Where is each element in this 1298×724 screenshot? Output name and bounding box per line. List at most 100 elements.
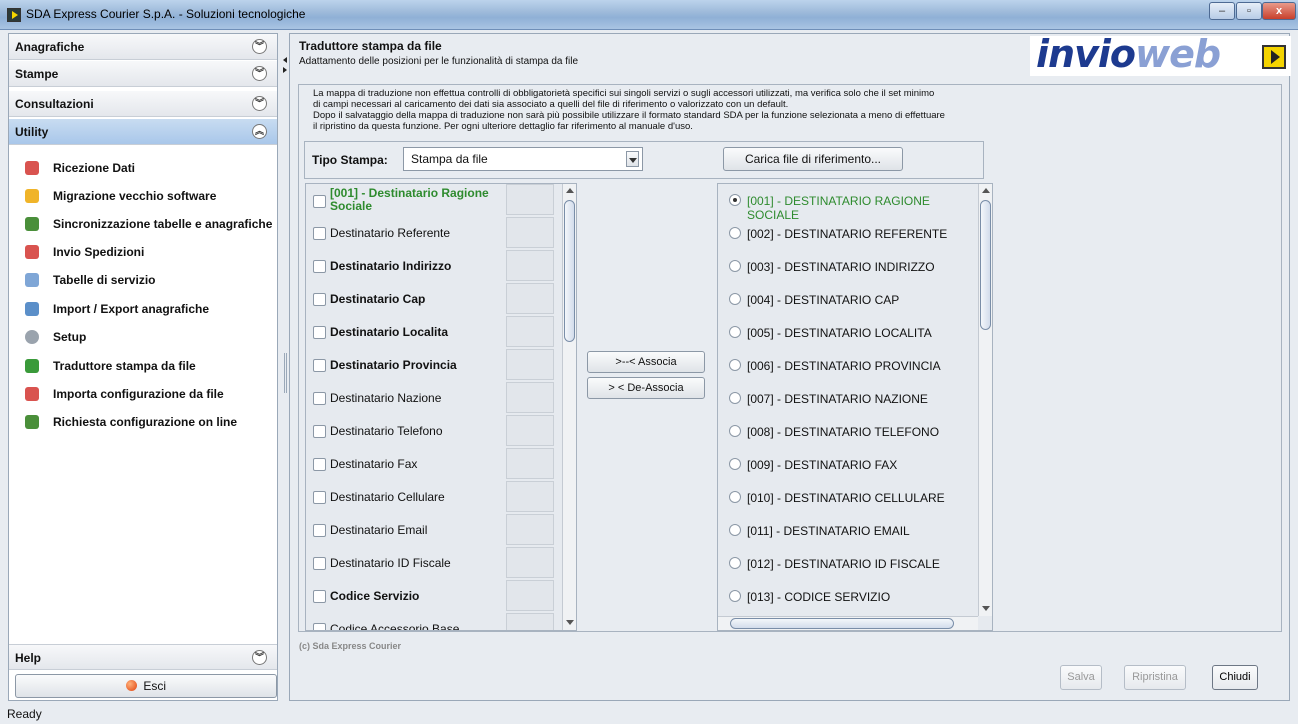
field-position-box[interactable] xyxy=(506,547,554,578)
radio-button[interactable] xyxy=(729,194,741,206)
list-item[interactable]: Destinatario Cellulare xyxy=(306,481,562,514)
maximize-button[interactable]: ▫ xyxy=(1236,2,1262,20)
checkbox[interactable] xyxy=(313,326,326,339)
deassocia-button[interactable]: > < De-Associa xyxy=(587,377,705,399)
radio-button[interactable] xyxy=(729,227,741,239)
radio-button[interactable] xyxy=(729,359,741,371)
menu-item-setup[interactable]: Setup xyxy=(25,326,86,348)
menu-item-richiesta-configurazione[interactable]: Richiesta configurazione on line xyxy=(25,411,237,433)
checkbox[interactable] xyxy=(313,623,326,630)
scroll-down-icon[interactable] xyxy=(981,604,991,614)
radio-button[interactable] xyxy=(729,260,741,272)
chevron-down-icon[interactable]: ︾ xyxy=(252,96,267,111)
vertical-scrollbar[interactable] xyxy=(562,184,576,630)
chevron-up-icon[interactable]: ︽ xyxy=(252,124,267,139)
checkbox[interactable] xyxy=(313,293,326,306)
radio-button[interactable] xyxy=(729,425,741,437)
checkbox[interactable] xyxy=(313,491,326,504)
list-item[interactable]: [008] - DESTINATARIO TELEFONO xyxy=(718,415,980,448)
checkbox[interactable] xyxy=(313,458,326,471)
field-position-box[interactable] xyxy=(506,349,554,380)
salva-button[interactable]: Salva xyxy=(1060,665,1102,690)
menu-item-import-export[interactable]: Import / Export anagrafiche xyxy=(25,298,209,320)
chevron-down-icon[interactable]: ︾ xyxy=(252,39,267,54)
menu-item-ricezione-dati[interactable]: Ricezione Dati xyxy=(25,157,135,179)
checkbox[interactable] xyxy=(313,392,326,405)
tipo-stampa-select[interactable]: Stampa da file xyxy=(403,147,643,171)
field-position-box[interactable] xyxy=(506,514,554,545)
checkbox[interactable] xyxy=(313,260,326,273)
minimize-button[interactable]: – xyxy=(1209,2,1235,20)
checkbox[interactable] xyxy=(313,195,326,208)
radio-button[interactable] xyxy=(729,326,741,338)
field-position-box[interactable] xyxy=(506,316,554,347)
list-item[interactable]: Destinatario Cap xyxy=(306,283,562,316)
scroll-up-icon[interactable] xyxy=(981,186,991,196)
list-item[interactable]: Codice Servizio xyxy=(306,580,562,613)
dropdown-arrow-icon[interactable] xyxy=(626,151,639,167)
list-item[interactable]: [001] - Destinatario Ragione Sociale xyxy=(306,184,562,217)
section-stampe[interactable]: Stampe ︾ xyxy=(9,61,277,87)
scroll-thumb[interactable] xyxy=(730,618,954,629)
chevron-down-icon[interactable]: ︾ xyxy=(252,650,267,665)
list-item[interactable]: [010] - DESTINATARIO CELLULARE xyxy=(718,481,980,514)
list-item[interactable]: Destinatario Email xyxy=(306,514,562,547)
chevron-down-icon[interactable]: ︾ xyxy=(252,66,267,81)
vertical-scrollbar[interactable] xyxy=(978,184,992,616)
field-position-box[interactable] xyxy=(506,250,554,281)
field-position-box[interactable] xyxy=(506,580,554,611)
carica-file-button[interactable]: Carica file di riferimento... xyxy=(723,147,903,171)
list-item[interactable]: Destinatario Nazione xyxy=(306,382,562,415)
menu-item-migrazione[interactable]: Migrazione vecchio software xyxy=(25,185,216,207)
list-item[interactable]: [013] - CODICE SERVIZIO xyxy=(718,580,980,613)
field-position-box[interactable] xyxy=(506,613,554,630)
list-item[interactable]: [007] - DESTINATARIO NAZIONE xyxy=(718,382,980,415)
radio-button[interactable] xyxy=(729,491,741,503)
scroll-thumb[interactable] xyxy=(564,200,575,342)
chiudi-button[interactable]: Chiudi xyxy=(1212,665,1258,690)
radio-button[interactable] xyxy=(729,590,741,602)
checkbox[interactable] xyxy=(313,359,326,372)
field-position-box[interactable] xyxy=(506,448,554,479)
list-item[interactable]: [001] - DESTINATARIO RAGIONE SOCIALE xyxy=(718,184,980,222)
section-consultazioni[interactable]: Consultazioni ︾ xyxy=(9,91,277,117)
section-anagrafiche[interactable]: Anagrafiche ︾ xyxy=(9,34,277,60)
list-item[interactable]: Destinatario Localita xyxy=(306,316,562,349)
ripristina-button[interactable]: Ripristina xyxy=(1124,665,1186,690)
field-position-box[interactable] xyxy=(506,415,554,446)
list-item[interactable]: [011] - DESTINATARIO EMAIL xyxy=(718,514,980,547)
section-utility[interactable]: Utility ︽ xyxy=(9,119,277,145)
collapse-right-icon[interactable] xyxy=(283,67,287,73)
menu-item-traduttore[interactable]: Traduttore stampa da file xyxy=(25,355,196,377)
collapse-left-icon[interactable] xyxy=(283,57,287,63)
list-item[interactable]: Codice Accessorio Base xyxy=(306,613,562,630)
field-position-box[interactable] xyxy=(506,184,554,215)
radio-button[interactable] xyxy=(729,392,741,404)
scroll-down-icon[interactable] xyxy=(565,618,575,628)
checkbox[interactable] xyxy=(313,425,326,438)
list-item[interactable]: [009] - DESTINATARIO FAX xyxy=(718,448,980,481)
field-position-box[interactable] xyxy=(506,382,554,413)
radio-button[interactable] xyxy=(729,458,741,470)
splitter-grip[interactable] xyxy=(284,353,287,393)
associa-button[interactable]: >--< Associa xyxy=(587,351,705,373)
list-item[interactable]: [002] - DESTINATARIO REFERENTE xyxy=(718,217,980,250)
radio-button[interactable] xyxy=(729,293,741,305)
target-field-list[interactable]: [001] - DESTINATARIO RAGIONE SOCIALE [00… xyxy=(717,183,993,631)
list-item[interactable]: Destinatario Fax xyxy=(306,448,562,481)
esci-button[interactable]: Esci xyxy=(15,674,277,698)
panel-splitter[interactable] xyxy=(281,33,289,701)
list-item[interactable]: [006] - DESTINATARIO PROVINCIA xyxy=(718,349,980,382)
list-item[interactable]: [003] - DESTINATARIO INDIRIZZO xyxy=(718,250,980,283)
menu-item-importa-configurazione[interactable]: Importa configurazione da file xyxy=(25,383,224,405)
list-item[interactable]: Destinatario ID Fiscale xyxy=(306,547,562,580)
menu-item-sincronizzazione[interactable]: Sincronizzazione tabelle e anagrafiche xyxy=(25,213,272,235)
close-window-button[interactable]: x xyxy=(1262,2,1296,20)
radio-button[interactable] xyxy=(729,557,741,569)
horizontal-scrollbar[interactable] xyxy=(718,616,978,630)
list-item[interactable]: Destinatario Referente xyxy=(306,217,562,250)
menu-item-tabelle-servizio[interactable]: Tabelle di servizio xyxy=(25,269,155,291)
field-position-box[interactable] xyxy=(506,283,554,314)
list-item[interactable]: Destinatario Indirizzo xyxy=(306,250,562,283)
checkbox[interactable] xyxy=(313,590,326,603)
